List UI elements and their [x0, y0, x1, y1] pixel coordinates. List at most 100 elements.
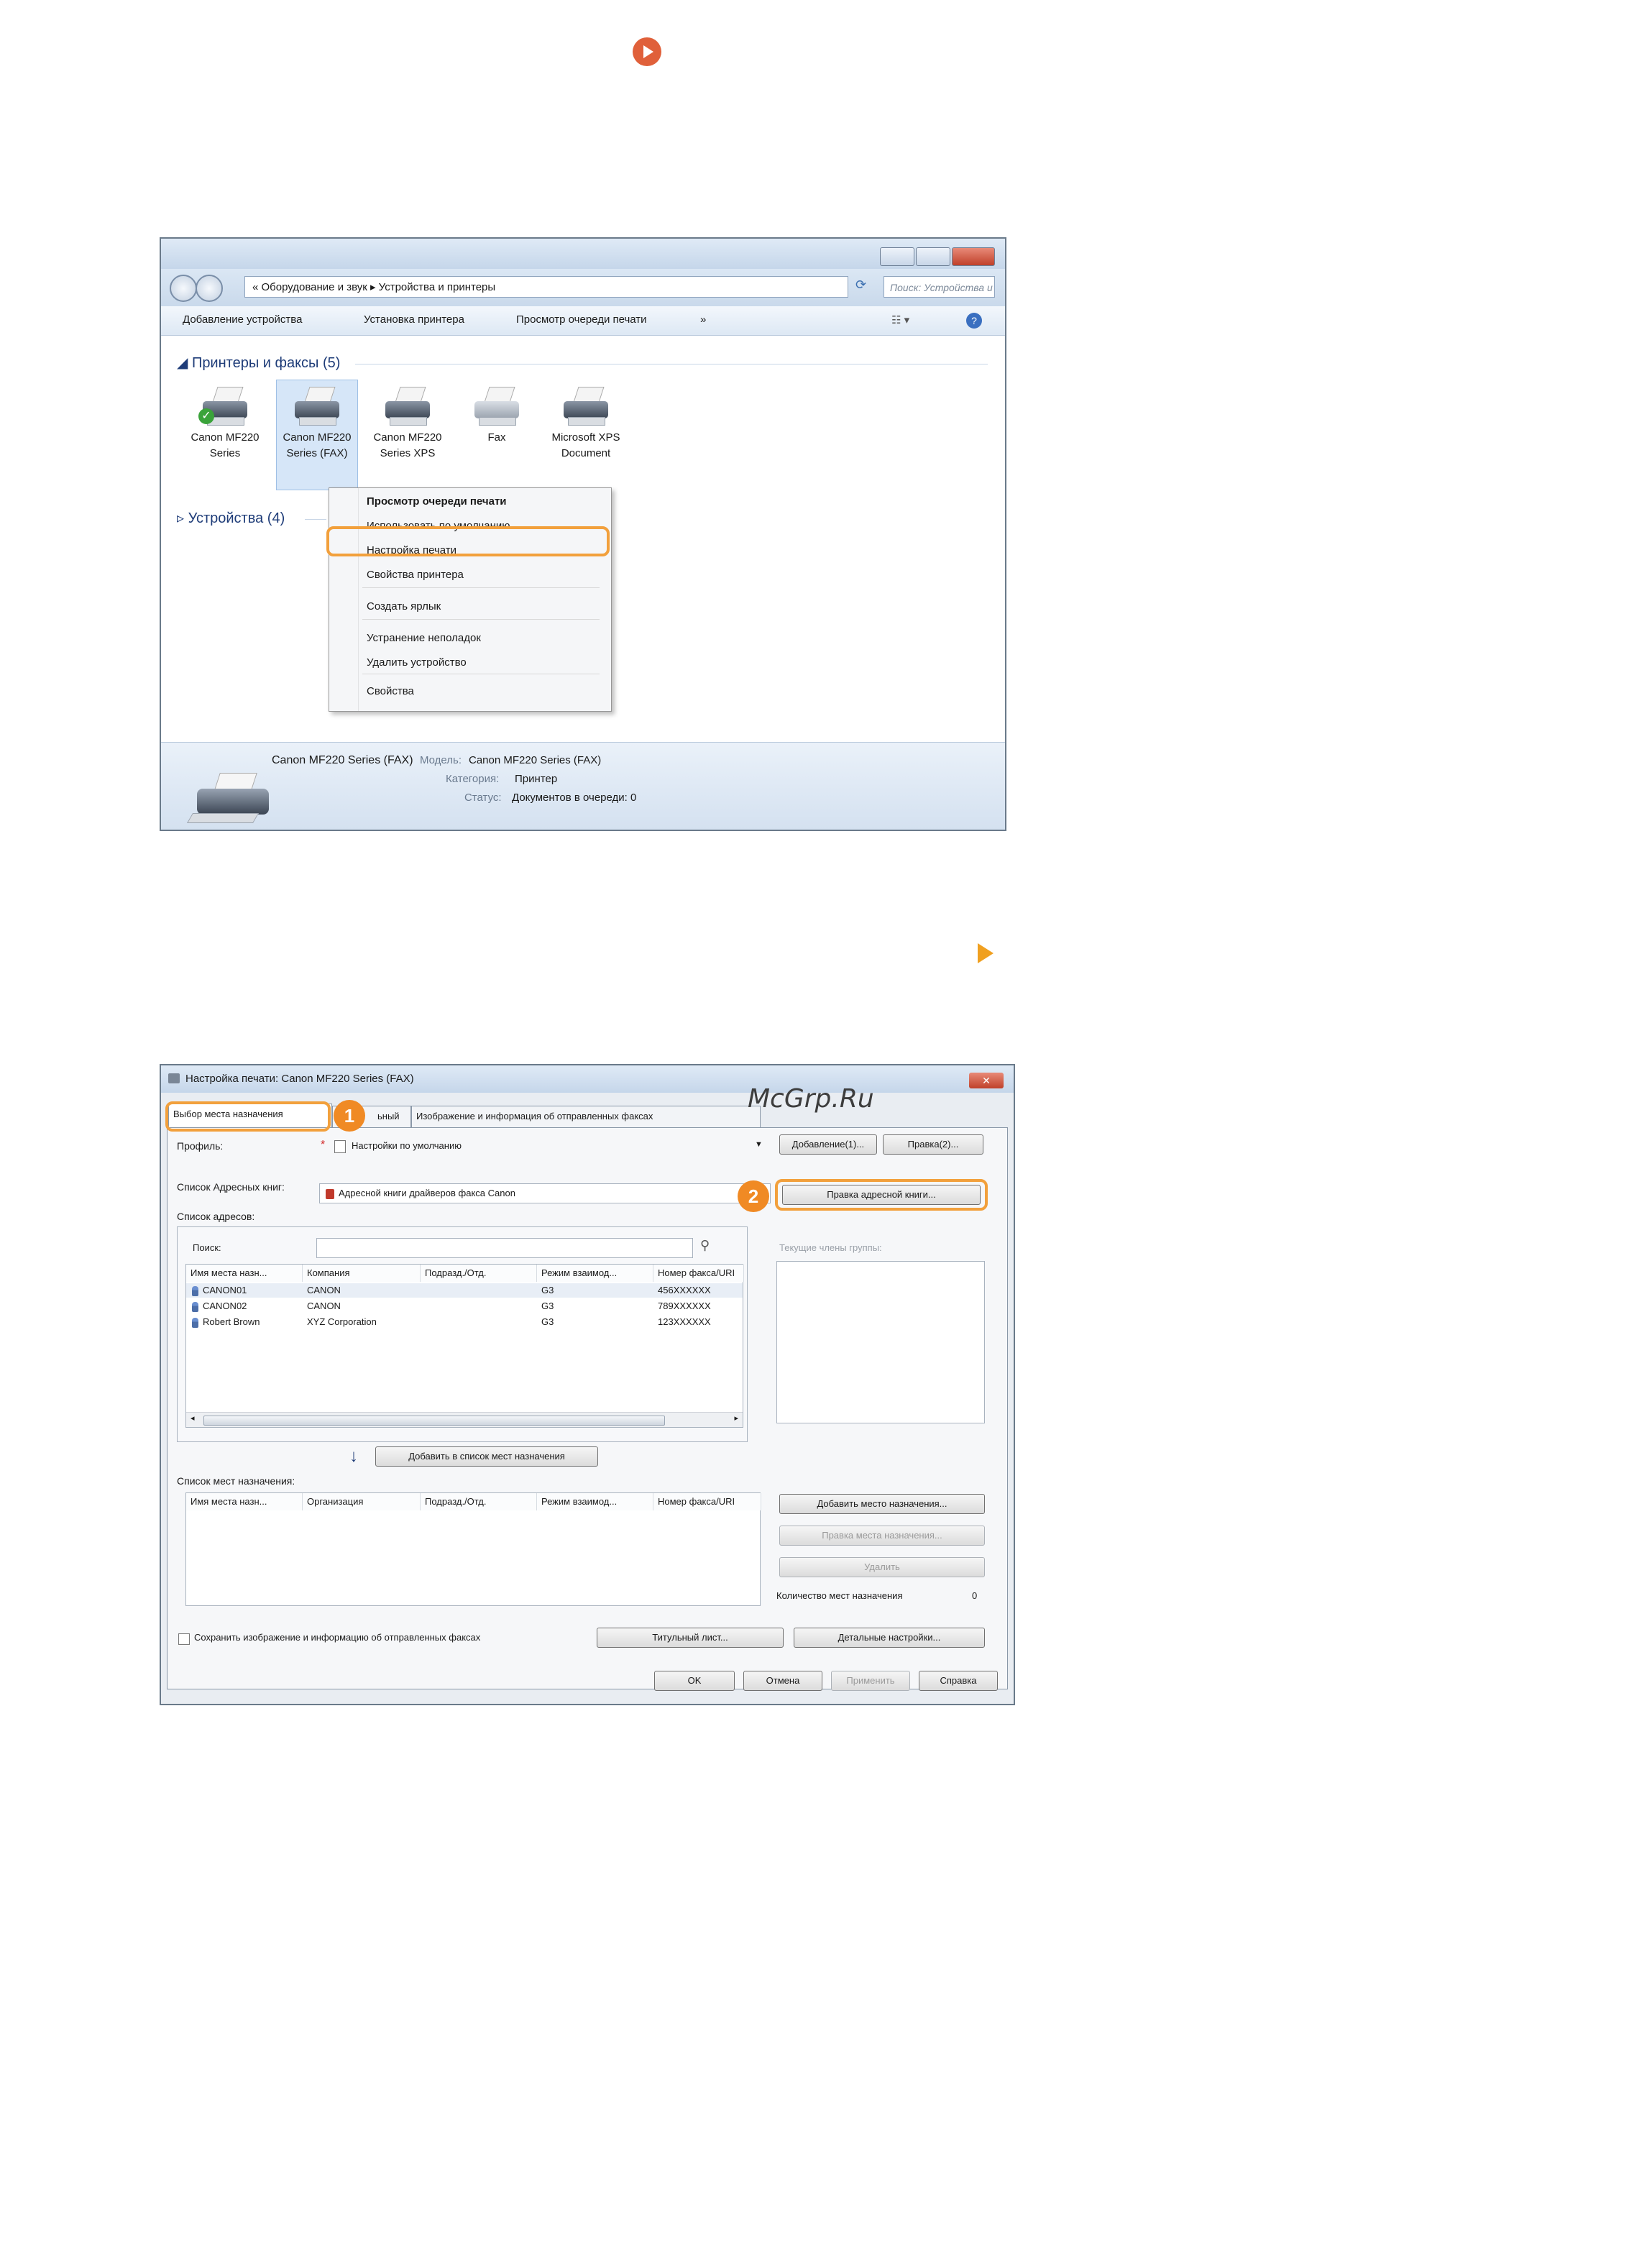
address-bar: « Оборудование и звук ▸ Устройства и при… — [161, 269, 1005, 306]
dest-table[interactable]: Имя места назн... Организация Подразд./О… — [185, 1492, 761, 1606]
menu-item-create-shortcut[interactable]: Создать ярлык — [367, 600, 441, 613]
fax-icon — [472, 387, 522, 426]
column-header[interactable]: Имя места назн... — [186, 1265, 303, 1282]
arrow-down-icon: ↓ — [349, 1446, 358, 1466]
ok-button[interactable]: OK — [654, 1671, 735, 1691]
help-button[interactable]: Справка — [919, 1671, 998, 1691]
cancel-button[interactable]: Отмена — [743, 1671, 822, 1691]
menu-item-troubleshoot[interactable]: Устранение неполадок — [367, 632, 481, 644]
cover-sheet-button[interactable]: Титульный лист... — [597, 1628, 784, 1648]
back-icon[interactable] — [170, 275, 197, 302]
edit-dest-button[interactable]: Правка места назначения... — [779, 1526, 985, 1546]
search-input[interactable] — [316, 1238, 693, 1258]
help-icon[interactable]: ? — [966, 313, 982, 329]
column-header[interactable]: Номер факса/URI — [653, 1493, 761, 1510]
delete-dest-button[interactable]: Удалить — [779, 1557, 985, 1577]
person-icon — [192, 1301, 198, 1312]
view-options-icon[interactable]: ☷ ▾ — [891, 313, 909, 326]
status-value: Документов в очереди: 0 — [512, 792, 637, 804]
printer-canon-mf220[interactable]: ✓ Canon MF220 Series — [185, 387, 265, 462]
command-bar: Добавление устройства Установка принтера… — [161, 306, 1005, 336]
row-name: CANON02 — [203, 1301, 247, 1311]
menu-item-printer-properties[interactable]: Свойства принтера — [367, 569, 464, 581]
menu-item-remove-device[interactable]: Удалить устройство — [367, 656, 467, 669]
printer-icon — [561, 387, 611, 426]
dest-count-value: 0 — [972, 1590, 978, 1601]
scroll-right-icon[interactable]: ▸ — [734, 1413, 738, 1423]
watermark: McGrp.Ru — [748, 1084, 874, 1114]
print-queue-button[interactable]: Просмотр очереди печати — [516, 313, 647, 326]
horizontal-scrollbar[interactable]: ◂ ▸ — [186, 1412, 743, 1427]
callout-1: 1 — [334, 1100, 365, 1132]
close-button[interactable] — [952, 247, 995, 266]
tab-sent-fax-info[interactable]: Изображение и информация об отправленных… — [411, 1106, 761, 1127]
breadcrumb[interactable]: « Оборудование и звук ▸ Устройства и при… — [244, 276, 848, 298]
column-header[interactable]: Подразд./Отд. — [421, 1493, 537, 1510]
row-mode: G3 — [541, 1285, 554, 1295]
highlight-edit-addressbook — [775, 1179, 988, 1211]
person-icon — [192, 1317, 198, 1328]
detailed-settings-button[interactable]: Детальные настройки... — [794, 1628, 985, 1648]
dialog-titlebar: Настройка печати: Canon MF220 Series (FA… — [161, 1065, 1014, 1093]
save-info-label: Сохранить изображение и информацию об от… — [194, 1632, 481, 1643]
maximize-button[interactable] — [916, 247, 950, 266]
forward-icon[interactable] — [196, 275, 223, 302]
add-profile-button[interactable]: Добавление(1)... — [779, 1134, 877, 1155]
dialog-title: Настройка печати: Canon MF220 Series (FA… — [185, 1073, 414, 1085]
row-fax: 123XXXXXX — [658, 1316, 711, 1327]
profile-label: Профиль: — [177, 1140, 224, 1152]
save-info-checkbox[interactable] — [178, 1633, 190, 1645]
menu-item-properties[interactable]: Свойства — [367, 685, 414, 697]
column-header[interactable]: Имя места назн... — [186, 1493, 303, 1510]
column-header[interactable]: Подразд./Отд. — [421, 1265, 537, 1282]
callout-2: 2 — [738, 1180, 769, 1212]
printers-group-title[interactable]: ◢ Принтеры и факсы (5) — [177, 354, 340, 372]
apply-button[interactable]: Применить — [831, 1671, 910, 1691]
column-header[interactable]: Режим взаимод... — [537, 1493, 653, 1510]
column-header[interactable]: Режим взаимод... — [537, 1265, 653, 1282]
group-members-list[interactable] — [776, 1261, 985, 1423]
printer-microsoft-xps[interactable]: Microsoft XPS Document — [546, 387, 625, 462]
printer-fax[interactable]: Fax — [457, 387, 536, 446]
refresh-icon[interactable]: ⟳ — [855, 277, 866, 293]
add-to-dest-button[interactable]: Добавить в список мест назначения — [375, 1446, 598, 1467]
add-printer-button[interactable]: Установка принтера — [364, 313, 464, 326]
category-value: Принтер — [515, 773, 558, 785]
detail-printer-name: Canon MF220 Series (FAX) — [272, 754, 413, 766]
printer-large-icon — [186, 773, 276, 823]
column-header[interactable]: Организация — [303, 1493, 421, 1510]
search-input[interactable]: Поиск: Устройства и принтеры — [884, 276, 995, 298]
addressbook-select[interactable]: Адресной книги драйверов факса Canon — [319, 1183, 771, 1203]
more-button[interactable]: » — [700, 313, 706, 326]
scroll-left-icon[interactable]: ◂ — [191, 1413, 195, 1423]
row-fax: 456XXXXXX — [658, 1285, 711, 1295]
printer-canon-mf220-xps[interactable]: Canon MF220 Series XPS — [368, 387, 447, 462]
column-header[interactable]: Компания — [303, 1265, 421, 1282]
row-company: CANON — [307, 1301, 341, 1311]
chevron-down-icon[interactable]: ▼ — [755, 1140, 763, 1149]
printer-icon — [382, 387, 433, 426]
row-fax: 789XXXXXX — [658, 1301, 711, 1311]
printer-canon-mf220-fax[interactable]: Canon MF220 Series (FAX) — [277, 387, 357, 462]
minimize-button[interactable] — [880, 247, 914, 266]
row-company: CANON — [307, 1285, 341, 1295]
add-device-button[interactable]: Добавление устройства — [183, 313, 302, 326]
dest-count-label: Количество мест назначения — [776, 1590, 903, 1601]
play-circle-icon — [633, 37, 661, 66]
scrollbar-thumb[interactable] — [203, 1416, 665, 1426]
menu-item-print-queue[interactable]: Просмотр очереди печати — [367, 495, 507, 508]
address-list-label: Список адресов: — [177, 1211, 255, 1222]
default-check-icon: ✓ — [198, 408, 214, 424]
row-name: Robert Brown — [203, 1316, 260, 1327]
edit-profile-button[interactable]: Правка(2)... — [883, 1134, 983, 1155]
address-table[interactable]: Имя места назн... Компания Подразд./Отд.… — [185, 1264, 744, 1428]
close-button[interactable]: ✕ — [969, 1073, 1004, 1088]
add-dest-button[interactable]: Добавить место назначения... — [779, 1494, 985, 1514]
printer-small-icon — [168, 1073, 180, 1083]
row-company: XYZ Corporation — [307, 1316, 377, 1327]
person-icon — [192, 1285, 198, 1296]
column-header[interactable]: Номер факса/URI — [653, 1265, 744, 1282]
print-preferences-dialog: Настройка печати: Canon MF220 Series (FA… — [160, 1064, 1015, 1705]
devices-group-title[interactable]: ▹ Устройства (4) — [177, 509, 285, 527]
search-icon[interactable]: ⚲ — [700, 1238, 710, 1253]
